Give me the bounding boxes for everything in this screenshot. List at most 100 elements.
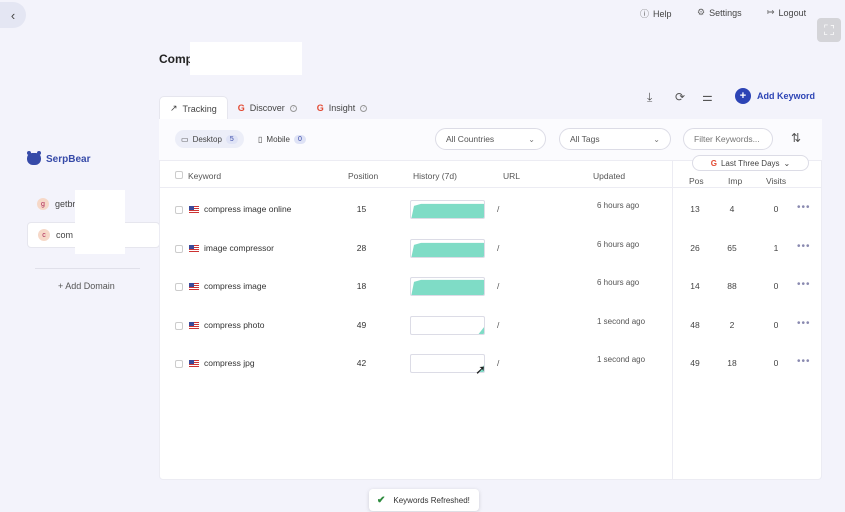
row-checkbox[interactable] <box>175 360 183 368</box>
select-all-checkbox[interactable] <box>175 171 183 179</box>
more-options-icon[interactable]: ••• <box>797 241 811 252</box>
toast-notification: ✔ Keywords Refreshed! <box>369 489 479 511</box>
sidebar-divider <box>35 268 140 269</box>
position-cell: 18 <box>356 281 367 291</box>
more-options-icon[interactable]: ••• <box>797 279 811 290</box>
tags-select[interactable]: All Tags ⌄ <box>559 128 671 150</box>
us-flag-icon <box>189 283 199 290</box>
tab-tracking[interactable]: ↗ Tracking <box>159 96 228 120</box>
table-row[interactable]: compress photo 49 / 1 second ago 48 2 0 ••• <box>159 306 822 344</box>
brand-logo: SerpBear <box>27 151 90 165</box>
position-cell: 15 <box>356 204 367 214</box>
history-sparkline <box>410 315 485 335</box>
more-options-icon[interactable]: ••• <box>797 202 811 213</box>
help-icon: ? <box>360 104 368 112</box>
header-url: URL <box>503 171 521 181</box>
google-icon: G <box>237 103 245 113</box>
domain-label: getbr <box>55 199 76 209</box>
check-icon: ✔ <box>377 494 386 506</box>
help-link[interactable]: ⓘ Help <box>640 7 672 20</box>
updated-cell: 6 hours ago <box>597 239 640 249</box>
sliders-icon[interactable]: ⚌ <box>702 90 713 104</box>
google-icon: G <box>710 158 717 168</box>
header-history: History (7d) <box>413 171 457 181</box>
refresh-icon[interactable]: ⟳ <box>675 90 685 104</box>
fullscreen-button[interactable]: ⛶ <box>817 18 841 42</box>
us-flag-icon <box>189 244 199 252</box>
add-domain-button[interactable]: + Add Domain <box>58 281 115 291</box>
table-row[interactable]: image compressor 28 / 6 hours ago 26 65 1 ••• <box>159 229 822 267</box>
keyword-cell[interactable]: compress jpg <box>204 358 255 368</box>
updated-cell: 1 second ago <box>597 355 646 364</box>
history-sparkline <box>410 277 485 296</box>
domain-avatar: c <box>38 229 50 241</box>
tab-discover[interactable]: G Discover ? <box>228 96 307 120</box>
tab-bar: ↗ Tracking G Discover ? G Insight ? <box>159 96 377 120</box>
header-position[interactable]: Position <box>348 171 378 181</box>
history-area <box>411 279 484 295</box>
chevron-down-icon: ⌄ <box>528 134 535 144</box>
keyword-cell[interactable]: compress photo <box>204 320 264 330</box>
gsc-visits-cell: 1 <box>773 242 779 253</box>
history-sparkline <box>410 238 485 258</box>
mouse-cursor: ➚ <box>475 362 486 377</box>
header-keyword[interactable]: Keyword <box>188 171 221 181</box>
add-keyword-button[interactable]: + Add Keyword <box>735 88 815 104</box>
updated-cell: 1 second ago <box>597 316 646 326</box>
trend-icon: ↗ <box>170 103 178 113</box>
table-row[interactable]: compress image online 15 / 6 hours ago 13 4 0 •… <box>159 190 822 228</box>
google-icon: G <box>316 103 324 113</box>
chevron-down-icon: ⌄ <box>653 134 660 144</box>
redaction-mask <box>75 190 125 254</box>
gsc-range-select[interactable]: G Last Three Days ⌄ <box>692 155 809 171</box>
us-flag-icon <box>189 321 199 329</box>
row-checkbox[interactable] <box>175 244 183 253</box>
device-mobile-toggle[interactable]: ▯ Mobile 0 <box>252 130 312 148</box>
header-gsc-pos: Pos <box>689 176 704 186</box>
export-icon[interactable]: ⤓ <box>647 90 652 105</box>
domain-avatar: g <box>37 198 49 210</box>
keyword-cell[interactable]: compress image <box>204 281 266 291</box>
url-cell[interactable]: / <box>497 281 499 291</box>
table-row[interactable]: compress jpg 42 / 1 second ago 49 18 0 ••• <box>159 344 822 382</box>
more-options-icon[interactable]: ••• <box>797 318 811 329</box>
keyword-cell[interactable]: compress image online <box>204 204 291 214</box>
history-sparkline <box>410 200 485 219</box>
keyword-filter-input[interactable] <box>683 128 773 150</box>
table-row[interactable]: compress image 18 / 6 hours ago 14 88 0 ••• <box>159 267 822 305</box>
settings-link[interactable]: ⚙ Settings <box>697 7 742 18</box>
redaction-mask <box>190 42 302 75</box>
gsc-imp-cell: 4 <box>729 204 735 214</box>
back-button[interactable]: ‹ <box>0 2 26 28</box>
row-checkbox[interactable] <box>175 283 183 291</box>
us-flag-icon <box>189 360 199 367</box>
gsc-imp-cell: 88 <box>727 281 737 291</box>
header-gsc-imp: Imp <box>728 176 743 186</box>
help-icon: ⓘ <box>640 9 650 19</box>
device-desktop-toggle[interactable]: ▭ Desktop 5 <box>175 130 244 148</box>
history-area <box>411 203 484 218</box>
gsc-imp-cell: 2 <box>729 319 735 330</box>
sort-icon[interactable]: ⇅ <box>791 131 801 145</box>
gsc-pos-cell: 26 <box>690 242 700 253</box>
row-checkbox[interactable] <box>175 321 183 330</box>
country-select[interactable]: All Countries ⌄ <box>435 128 546 150</box>
gsc-imp-cell: 65 <box>727 242 737 253</box>
url-cell[interactable]: / <box>497 320 499 330</box>
updated-cell: 6 hours ago <box>597 278 640 287</box>
url-cell[interactable]: / <box>497 204 499 214</box>
keyword-cell[interactable]: image compressor <box>204 243 274 253</box>
chevron-down-icon: ⌄ <box>783 158 791 168</box>
header-divider <box>159 187 822 188</box>
us-flag-icon <box>189 206 199 213</box>
logout-link[interactable]: ↦ Logout <box>767 7 806 18</box>
position-cell: 28 <box>356 242 367 253</box>
position-cell: 42 <box>356 358 367 368</box>
tab-insight[interactable]: G Insight ? <box>307 96 378 120</box>
url-cell[interactable]: / <box>497 243 499 253</box>
gear-icon: ⚙ <box>697 7 706 17</box>
row-checkbox[interactable] <box>175 206 183 214</box>
more-options-icon[interactable]: ••• <box>797 356 811 367</box>
plus-icon: + <box>735 88 751 104</box>
url-cell[interactable]: / <box>497 358 499 368</box>
